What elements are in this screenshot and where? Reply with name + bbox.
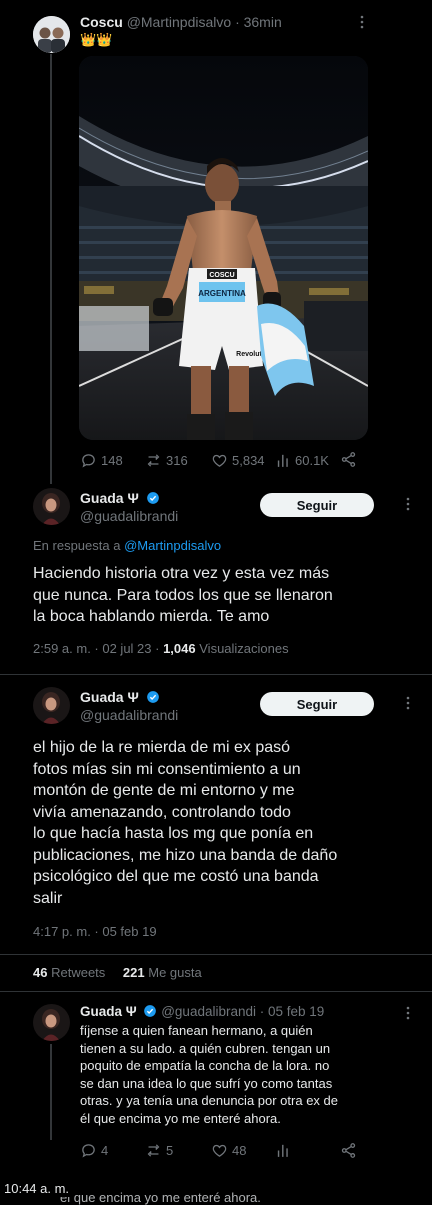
divider: [0, 674, 432, 675]
author-handle[interactable]: @guadalibrandi: [80, 508, 178, 524]
tweet-text: el hijo de la re mierda de mi ex pasó fo…: [33, 737, 425, 909]
views-icon: [277, 454, 288, 467]
reply-count: 4: [101, 1143, 109, 1158]
avatar[interactable]: [33, 488, 70, 525]
retweet-button[interactable]: 5: [145, 1142, 173, 1159]
tweet-time[interactable]: · 36min: [235, 14, 282, 30]
more-options-icon[interactable]: [401, 496, 415, 512]
tweet-text-line: lo que hacía hasta los mg que ponía en: [33, 825, 314, 842]
reply-button[interactable]: 4: [80, 1142, 108, 1159]
tweet-text-line: que nunca. Para todos los que se llenaro…: [33, 586, 333, 604]
retweets-count[interactable]: 46: [33, 965, 47, 980]
views-button[interactable]: [276, 1142, 295, 1159]
author-name[interactable]: Guada Ψ: [80, 689, 139, 705]
follow-button[interactable]: Seguir: [260, 692, 374, 716]
like-button[interactable]: 48: [211, 1142, 246, 1159]
tweet-text: fíjense a quien fanean hermano, a quién …: [80, 1022, 425, 1128]
like-button[interactable]: 5,834: [211, 452, 265, 469]
author-name[interactable]: Coscu: [80, 14, 123, 30]
retweet-count: 316: [166, 453, 188, 468]
thread-line: [50, 54, 52, 484]
tweet-text-line: fíjense a quien fanean hermano, a quién: [80, 1023, 313, 1038]
tweet-text-line: él que encima yo me enteré ahora.: [80, 1110, 281, 1126]
tweet-text: Haciendo historia otra vez y esta vez má…: [33, 563, 423, 628]
share-icon: [341, 1143, 356, 1158]
reply-icon: [82, 1144, 95, 1158]
author-handle[interactable]: @Martinpdisalvo: [127, 14, 231, 30]
reply-to-link[interactable]: @Martinpdisalvo: [124, 538, 221, 553]
views-label: Visualizaciones: [199, 641, 289, 656]
tweet-photo[interactable]: ARGENTINA COSCU Revolut: [79, 56, 368, 440]
avatar[interactable]: [33, 1004, 70, 1041]
bio-emoji: 👑👑: [80, 32, 113, 47]
reply-count: 148: [101, 453, 123, 468]
likes-label[interactable]: Me gusta: [148, 965, 201, 980]
retweet-icon: [147, 1144, 160, 1157]
tweet-text-line: poquito de empatía la concha de la lora.…: [80, 1058, 330, 1074]
tweet-text-line: Haciendo historia otra vez y esta vez má…: [33, 565, 330, 582]
tweet-text-line: fotos mías sin mi consentimiento a un: [33, 760, 301, 778]
tweet-text-line: psicológico del que me costó una banda: [33, 868, 319, 885]
author-name[interactable]: Guada Ψ: [80, 490, 139, 506]
tweet-timestamp[interactable]: 2:59 a. m. · 02 jul 23 ·: [33, 641, 159, 656]
tweet-text-line: la boca hablando mierda. Te amo: [33, 608, 270, 625]
tweet-time[interactable]: · 05 feb 19: [260, 1004, 325, 1019]
avatar[interactable]: [33, 687, 70, 724]
more-options-icon[interactable]: [401, 1005, 415, 1021]
share-button[interactable]: [340, 1142, 361, 1159]
views-count: 60.1K: [295, 453, 329, 468]
likes-count[interactable]: 221: [123, 965, 145, 980]
author-handle[interactable]: @guadalibrandi: [161, 1004, 256, 1019]
heart-icon: [212, 1144, 227, 1157]
share-button[interactable]: [340, 451, 361, 468]
shorts-text-argentina: ARGENTINA: [198, 289, 246, 298]
tweet-text-line: salir: [33, 889, 63, 907]
views-icon: [277, 1144, 288, 1157]
tweet-text-line: montón de gente de mi entorno y me: [33, 782, 295, 799]
tweet-text-line: tienen a su lado. a quién cubren. tengan…: [80, 1040, 331, 1056]
divider: [0, 954, 432, 955]
tweet-text-line: se dan una idea lo que sufrí yo como tan…: [80, 1075, 333, 1091]
heart-icon: [212, 454, 227, 467]
like-count: 48: [232, 1143, 247, 1158]
reply-icon: [82, 454, 95, 468]
divider: [0, 991, 432, 992]
footer-time: 10:44 a. m.: [0, 1180, 74, 1197]
tweet-timestamp[interactable]: 4:17 p. m. · 05 feb 19: [33, 924, 157, 939]
avatar[interactable]: [33, 16, 70, 53]
shorts-text-coscu: COSCU: [209, 272, 234, 279]
reply-button[interactable]: 148: [80, 452, 123, 469]
shorts-text-revolut: Revolut: [236, 351, 262, 358]
retweet-button[interactable]: 316: [145, 452, 188, 469]
tweet-text-line: el hijo de la re mierda de mi ex pasó: [33, 739, 291, 756]
views-button[interactable]: 60.1K: [276, 452, 329, 469]
tweet-text-line: otras. y ya tenía una denuncia por otra …: [80, 1093, 339, 1109]
verified-badge-icon: [146, 691, 159, 703]
tweet-text-line: publicaciones, me hizo una banda de daño: [33, 846, 338, 864]
more-options-icon[interactable]: [355, 14, 369, 30]
author-name[interactable]: Guada Ψ: [80, 1004, 137, 1019]
overlap-text: él que encima yo me enteré ahora.: [60, 1190, 261, 1205]
views-count: 1,046: [163, 641, 196, 656]
share-icon: [341, 452, 356, 467]
verified-badge-icon: [144, 1005, 157, 1017]
retweet-count: 5: [166, 1143, 174, 1158]
like-count: 5,834: [232, 453, 265, 468]
thread-line: [50, 1044, 52, 1140]
author-handle[interactable]: @guadalibrandi: [80, 707, 178, 723]
reply-context-label: En respuesta a: [33, 538, 121, 553]
more-options-icon[interactable]: [401, 695, 415, 711]
follow-button[interactable]: Seguir: [260, 493, 374, 517]
retweet-icon: [147, 454, 160, 467]
verified-badge-icon: [146, 492, 159, 504]
tweet-text-line: vivía amenazando, controlando todo: [33, 803, 291, 821]
retweets-label[interactable]: Retweets: [51, 965, 105, 980]
